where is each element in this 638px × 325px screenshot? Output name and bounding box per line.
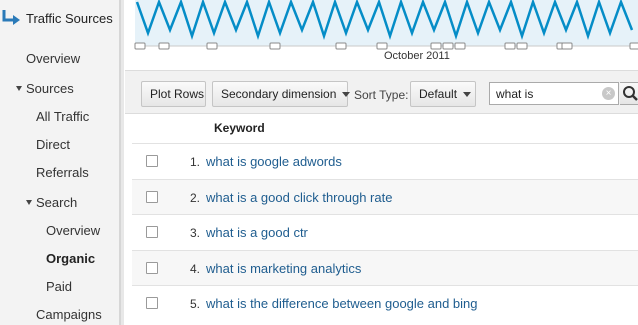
traffic-sources-icon (2, 10, 20, 25)
keyword-column-header[interactable]: Keyword (214, 121, 265, 135)
sidebar-header[interactable]: Traffic Sources (0, 0, 120, 38)
secondary-dimension-dropdown[interactable]: Secondary dimension (212, 81, 351, 107)
row-checkbox[interactable] (146, 155, 158, 167)
sidebar-item-referrals[interactable]: Referrals (36, 165, 89, 180)
keyword-link[interactable]: what is the difference between google an… (206, 296, 478, 311)
sidebar-item-campaigns[interactable]: Campaigns (36, 307, 102, 322)
row-checkbox[interactable] (146, 262, 158, 274)
annotation-marker-icon[interactable] (430, 42, 442, 50)
annotation-marker-icon[interactable] (335, 42, 347, 50)
row-number: 1. (189, 155, 200, 169)
row-checkbox[interactable] (146, 297, 158, 309)
plot-rows-button[interactable]: Plot Rows (141, 81, 206, 107)
table-row: 3. what is a good ctr (132, 214, 638, 250)
annotation-marker-icon[interactable] (454, 42, 466, 50)
sidebar-item-organic[interactable]: Organic (46, 251, 95, 266)
keyword-link[interactable]: what is marketing analytics (206, 261, 361, 276)
chevron-down-icon (342, 92, 351, 98)
x-axis-label: October 2011 (384, 50, 450, 62)
expand-triangle-icon[interactable] (16, 86, 22, 91)
secondary-dimension-label: Secondary dimension (221, 87, 337, 101)
chevron-down-icon (463, 92, 472, 98)
row-number: 4. (189, 262, 200, 276)
search-button[interactable] (620, 82, 638, 105)
annotation-marker-icon[interactable] (376, 42, 388, 50)
search-field[interactable]: × (489, 82, 619, 105)
sort-type-value: Default (419, 87, 458, 101)
sidebar-item-direct[interactable]: Direct (36, 137, 70, 152)
table-header: Keyword (132, 116, 638, 142)
annotation-marker-icon[interactable] (206, 42, 218, 50)
annotation-marker-icon[interactable] (134, 42, 146, 50)
row-number: 2. (189, 191, 200, 205)
keyword-link[interactable]: what is a good click through rate (206, 190, 392, 205)
toolbar: Plot Rows Secondary dimension Sort Type:… (125, 70, 638, 114)
table-row: 4. what is marketing analytics (132, 250, 638, 286)
annotation-marker-icon[interactable] (516, 42, 528, 50)
row-checkbox[interactable] (146, 226, 158, 238)
keyword-link[interactable]: what is a good ctr (206, 225, 308, 240)
annotation-markers[interactable] (125, 40, 638, 68)
clear-icon[interactable]: × (602, 87, 615, 100)
sidebar-item-search[interactable]: Search (36, 195, 77, 210)
sidebar-item-overview[interactable]: Overview (26, 51, 80, 66)
sidebar-item-all-traffic[interactable]: All Traffic (36, 109, 89, 124)
table-row: 5. what is the difference between google… (132, 285, 638, 321)
search-input[interactable] (490, 83, 600, 104)
row-checkbox[interactable] (146, 191, 158, 203)
table-row: 1. what is google adwords (132, 143, 638, 179)
keyword-link[interactable]: what is google adwords (206, 154, 342, 169)
annotation-marker-icon[interactable] (504, 42, 516, 50)
table-row: 2. what is a good click through rate (132, 179, 638, 215)
sidebar-item-sources[interactable]: Sources (26, 81, 74, 96)
sort-type-label: Sort Type: (354, 88, 409, 102)
sidebar-item-search-overview[interactable]: Overview (46, 223, 100, 238)
row-number: 3. (189, 226, 200, 240)
search-icon (623, 86, 638, 101)
sidebar-title: Traffic Sources (26, 11, 113, 26)
annotation-marker-icon[interactable] (629, 42, 638, 50)
sidebar: Traffic Sources Overview Sources All Tra… (0, 0, 120, 325)
annotation-marker-icon[interactable] (561, 42, 573, 50)
row-number: 5. (189, 297, 200, 311)
annotation-marker-icon[interactable] (158, 42, 170, 50)
sidebar-divider (120, 0, 124, 325)
sidebar-item-paid[interactable]: Paid (46, 279, 72, 294)
main-content: October 2011 Plot Rows Secondary dimensi… (125, 0, 638, 325)
annotation-marker-icon[interactable] (442, 42, 454, 50)
expand-triangle-icon[interactable] (26, 200, 32, 205)
annotation-marker-icon[interactable] (269, 42, 281, 50)
sort-type-dropdown[interactable]: Default (410, 81, 476, 107)
